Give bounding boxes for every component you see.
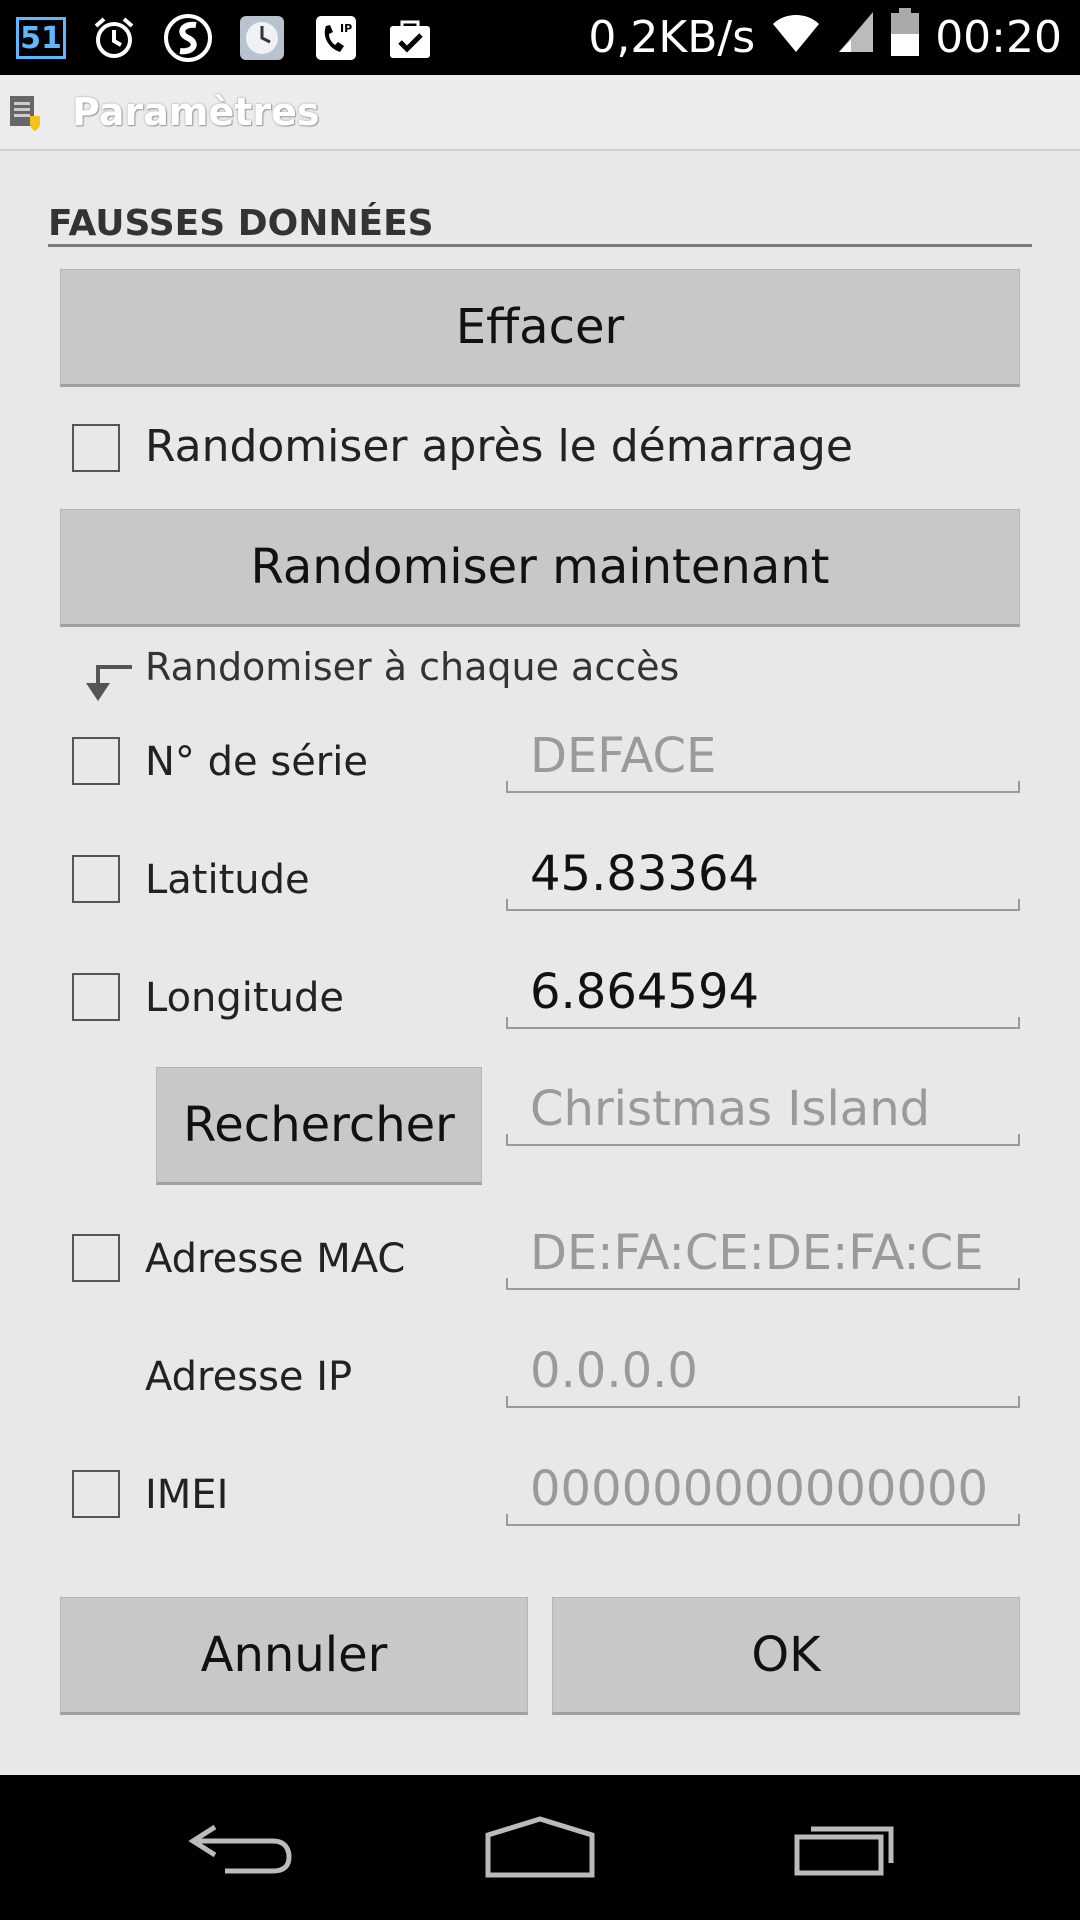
ip-label: Adresse IP: [145, 1354, 353, 1400]
cancel-button[interactable]: Annuler: [60, 1597, 528, 1715]
sip-phone-icon: IP: [310, 12, 362, 64]
status-bar: 51 IP 0,2KB/s 00:20: [0, 0, 1080, 75]
imei-input[interactable]: 000000000000000: [506, 1454, 1020, 1526]
time-text: 00:20: [935, 12, 1062, 63]
imei-label: IMEI: [145, 1472, 229, 1518]
arrow-down-left-icon: [82, 661, 134, 705]
battery-icon: [891, 8, 920, 67]
recent-apps-icon[interactable]: [786, 1811, 906, 1883]
settings-dialog: FAUSSES DONNÉES Effacer Randomiser après…: [0, 151, 1080, 1775]
clear-button[interactable]: Effacer: [60, 269, 1020, 387]
longitude-input[interactable]: 6.864594: [506, 957, 1020, 1029]
title-bar: Paramètres: [0, 75, 1080, 151]
shopping-bag-check-icon: [384, 12, 436, 64]
signal-icon: [837, 10, 875, 65]
page-title: Paramètres: [72, 90, 320, 134]
section-header: FAUSSES DONNÉES: [48, 203, 1032, 247]
latitude-input[interactable]: 45.83364: [506, 839, 1020, 911]
data-rate-text: 0,2KB/s: [588, 12, 756, 63]
serial-label: N° de série: [145, 739, 368, 785]
serial-input[interactable]: DEFACE: [506, 721, 1020, 793]
svg-text:IP: IP: [340, 22, 352, 35]
randomize-each-access-label: Randomiser à chaque accès: [145, 645, 680, 689]
longitude-checkbox[interactable]: [72, 973, 120, 1021]
randomize-after-boot-checkbox[interactable]: [72, 424, 120, 472]
serial-checkbox[interactable]: [72, 737, 120, 785]
longitude-label: Longitude: [145, 975, 344, 1021]
mac-checkbox[interactable]: [72, 1234, 120, 1282]
latitude-label: Latitude: [145, 857, 310, 903]
clock-app-icon: [236, 12, 288, 64]
navigation-bar: [0, 1775, 1080, 1920]
location-search-input[interactable]: Christmas Island: [506, 1074, 1020, 1146]
mac-input[interactable]: DE:FA:CE:DE:FA:CE: [506, 1218, 1020, 1290]
ip-input[interactable]: 0.0.0.0: [506, 1336, 1020, 1408]
back-icon[interactable]: [180, 1811, 300, 1883]
imei-checkbox[interactable]: [72, 1470, 120, 1518]
randomize-after-boot-label: Randomiser après le démarrage: [145, 421, 853, 472]
mac-label: Adresse MAC: [145, 1236, 406, 1282]
settings-app-icon: [8, 92, 42, 132]
notification-count-badge: 51: [16, 17, 66, 59]
search-button[interactable]: Rechercher: [156, 1067, 482, 1185]
wifi-icon: [771, 10, 821, 65]
randomize-now-button[interactable]: Randomiser maintenant: [60, 509, 1020, 627]
home-icon[interactable]: [480, 1811, 600, 1883]
ok-button[interactable]: OK: [552, 1597, 1020, 1715]
alarm-icon: [88, 12, 140, 64]
app-s-icon: [162, 12, 214, 64]
latitude-checkbox[interactable]: [72, 855, 120, 903]
